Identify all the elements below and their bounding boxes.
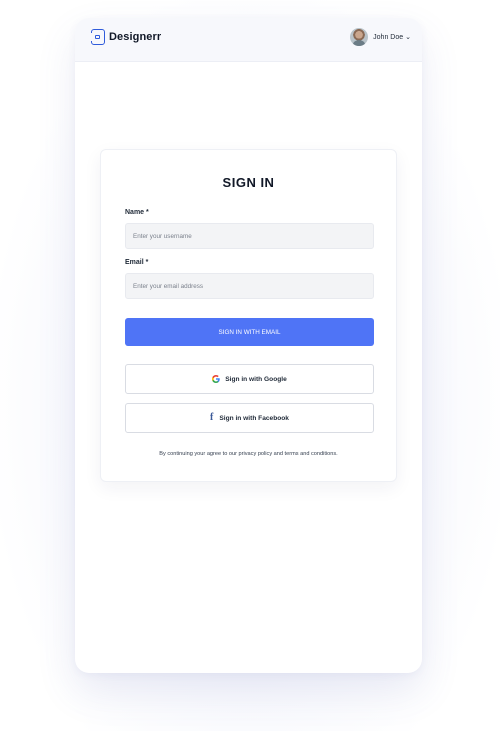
google-icon <box>212 375 220 383</box>
brand-logo[interactable]: Designerr <box>89 29 162 45</box>
chevron-down-icon[interactable]: ⌄ <box>405 33 411 41</box>
designerr-logo-icon <box>89 29 105 45</box>
terms-notice: By continuing your agree to our privacy … <box>159 451 338 457</box>
email-label: Email * <box>125 259 149 266</box>
name-label: Name * <box>125 209 149 216</box>
top-navigation-bar: Designerr John Doe ⌄ <box>75 18 422 62</box>
user-name: John Doe <box>373 33 404 41</box>
google-button-label: Sign in with Google <box>225 375 287 383</box>
avatar[interactable] <box>350 28 369 46</box>
sign-in-with-facebook-button[interactable]: f Sign in with Facebook <box>125 403 374 433</box>
facebook-button-label: Sign in with Facebook <box>219 414 289 422</box>
page-title: SIGN IN <box>222 175 275 190</box>
name-input[interactable] <box>125 223 374 249</box>
email-input[interactable] <box>125 273 374 299</box>
sign-in-with-google-button[interactable]: Sign in with Google <box>125 364 374 394</box>
brand-name: Designerr <box>109 31 162 43</box>
sign-in-with-email-button[interactable]: SIGN IN WITH EMAIL <box>125 318 374 346</box>
user-menu[interactable]: John Doe ⌄ <box>350 28 411 46</box>
facebook-icon: f <box>210 412 214 423</box>
app-frame: Designerr John Doe ⌄ SIGN IN Name * Emai… <box>75 18 422 673</box>
sign-in-card: SIGN IN Name * Email * SIGN IN WITH EMAI… <box>100 149 397 482</box>
